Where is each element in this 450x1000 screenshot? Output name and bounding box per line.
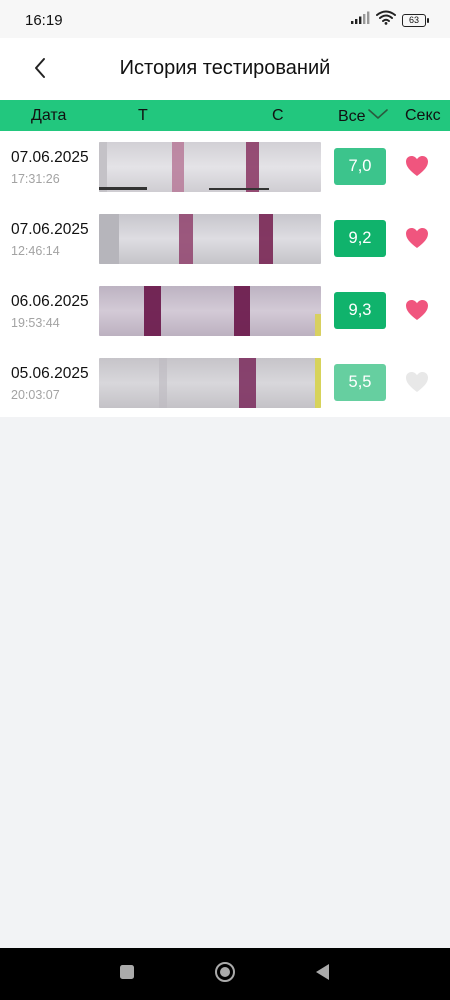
test-strip-image: [99, 142, 321, 192]
filter-dropdown[interactable]: Все: [338, 107, 389, 126]
test-date: 06.06.2025: [11, 293, 89, 310]
column-t-line: T: [138, 107, 148, 124]
test-time: 20:03:07: [11, 388, 60, 402]
test-strip-image: [99, 214, 321, 264]
heart-icon[interactable]: [405, 371, 429, 393]
square-icon: [119, 964, 135, 985]
heart-icon[interactable]: [405, 227, 429, 249]
test-date: 07.06.2025: [11, 221, 89, 238]
triangle-back-icon: [314, 963, 330, 986]
test-date: 05.06.2025: [11, 365, 89, 382]
column-sex: Секс: [405, 107, 441, 124]
recents-button[interactable]: [115, 962, 139, 986]
table-header: Дата T C Все Секс: [0, 100, 450, 131]
test-date: 07.06.2025: [11, 149, 89, 166]
column-date: Дата: [31, 107, 67, 124]
status-icons: 63: [350, 10, 429, 30]
back-nav-button[interactable]: [310, 962, 334, 986]
test-row[interactable]: 06.06.2025 19:53:44 9,3: [0, 275, 450, 347]
status-bar: 16:19 63: [0, 0, 450, 38]
test-time: 19:53:44: [11, 316, 60, 330]
test-row[interactable]: 07.06.2025 17:31:26 7,0: [0, 131, 450, 203]
column-c-line: C: [272, 107, 284, 124]
filter-label: Все: [338, 107, 366, 125]
score-badge: 9,2: [334, 220, 386, 257]
home-button[interactable]: [213, 961, 237, 988]
test-row[interactable]: 05.06.2025 20:03:07 5,5: [0, 347, 450, 419]
status-time: 16:19: [25, 12, 63, 29]
test-time: 17:31:26: [11, 172, 60, 186]
test-time: 12:46:14: [11, 244, 60, 258]
score-badge: 5,5: [334, 364, 386, 401]
score-badge: 7,0: [334, 148, 386, 185]
system-nav-bar: [0, 948, 450, 1000]
score-badge: 9,3: [334, 292, 386, 329]
test-strip-image: [99, 358, 321, 408]
test-history-list: 07.06.2025 17:31:26 7,0 07.06.2025 12:46…: [0, 131, 450, 417]
test-row[interactable]: 07.06.2025 12:46:14 9,2: [0, 203, 450, 275]
chevron-down-icon: [367, 107, 389, 126]
heart-icon[interactable]: [405, 299, 429, 321]
page-title: История тестирований: [119, 57, 331, 79]
battery-icon: 63: [402, 13, 429, 27]
test-strip-image: [99, 286, 321, 336]
app-header: История тестирований: [0, 38, 450, 100]
circle-icon: [214, 961, 236, 988]
wifi-icon: [376, 10, 396, 30]
heart-icon[interactable]: [405, 155, 429, 177]
signal-icon: [350, 11, 370, 30]
